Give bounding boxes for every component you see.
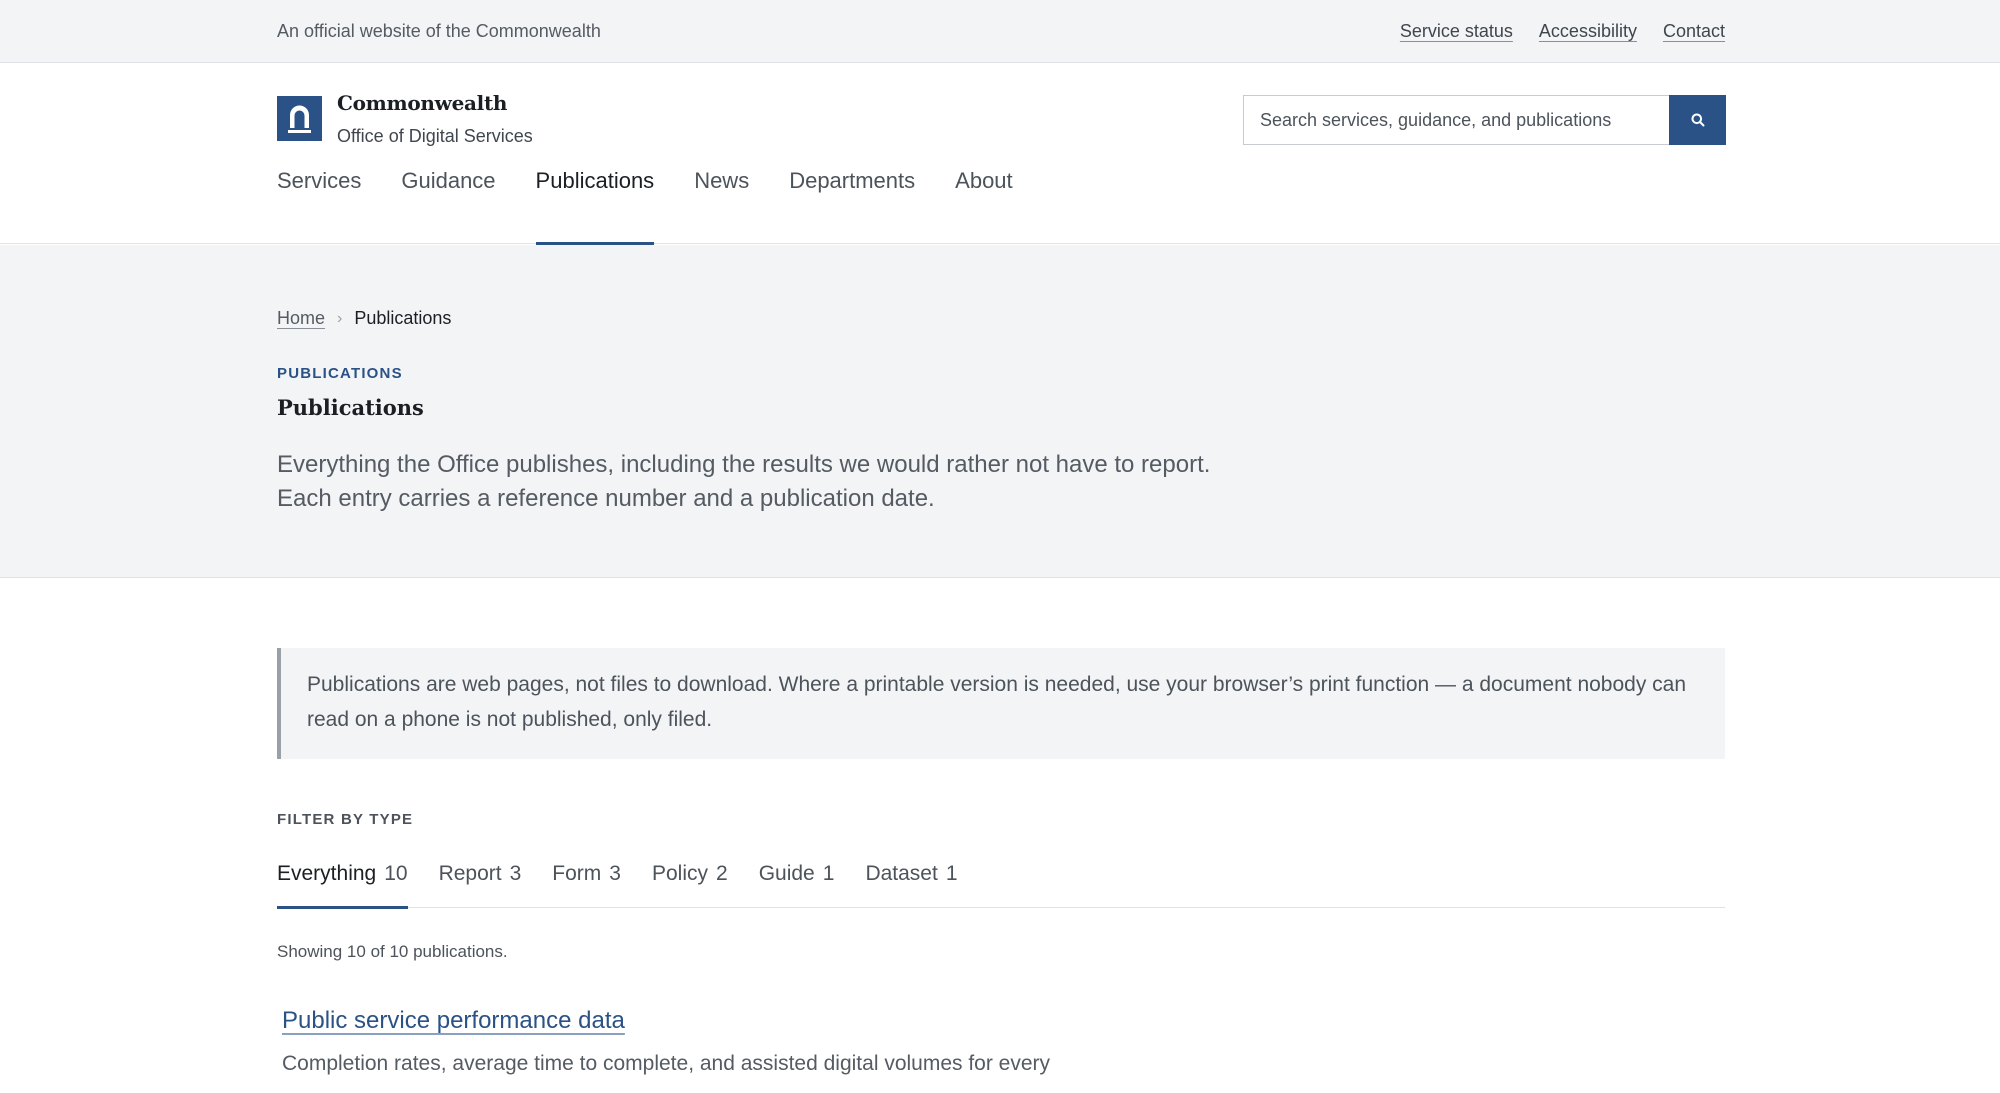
tab-count: 10	[384, 862, 408, 885]
search-input[interactable]	[1243, 95, 1671, 145]
contact-link[interactable]: Contact	[1663, 21, 1725, 42]
tab-label: Dataset	[865, 862, 938, 885]
brand-name[interactable]: Commonwealth	[337, 91, 507, 115]
tab-label: Form	[552, 862, 602, 885]
tab-count: 3	[609, 862, 621, 885]
tab-label: Everything	[277, 862, 377, 885]
page: An official website of the Commonwealth …	[0, 0, 2000, 1093]
nav-item-services[interactable]: Services	[277, 152, 361, 244]
tab-policy[interactable]: Policy 2	[652, 862, 728, 908]
filter-tabs: Everything 10 Report 3 Form 3 Policy 2 Guide…	[277, 862, 1725, 909]
chevron-right-icon: ›	[337, 309, 343, 327]
result-title-link[interactable]: Public service performance data	[282, 1007, 625, 1035]
search-icon	[1691, 113, 1704, 127]
primary-nav: Services Guidance Publications News Depa…	[277, 152, 1013, 245]
nav-item-publications[interactable]: Publications	[535, 152, 654, 245]
page-lede: Everything the Office publishes, includi…	[277, 451, 1211, 512]
official-banner: An official website of the Commonwealth …	[0, 0, 2000, 63]
utility-links: Service status Accessibility Contact	[1400, 21, 1725, 42]
tab-label: Policy	[651, 862, 709, 885]
nav-item-guidance[interactable]: Guidance	[401, 152, 495, 244]
nav-item-news[interactable]: News	[694, 152, 749, 244]
nav-item-about[interactable]: About	[955, 152, 1013, 244]
tab-label: Report	[438, 862, 502, 885]
breadcrumb-home-link[interactable]: Home	[277, 308, 325, 329]
nav-item-departments[interactable]: Departments	[789, 152, 915, 244]
tab-count: 1	[822, 862, 835, 885]
breadcrumb-current: Publications	[354, 308, 452, 328]
tab-label: Guide	[758, 862, 815, 885]
accessibility-link[interactable]: Accessibility	[1539, 21, 1637, 42]
result-summary: Completion rates, average time to comple…	[282, 1052, 1051, 1075]
tab-dataset[interactable]: Dataset 1	[865, 862, 957, 908]
tab-form[interactable]: Form 3	[552, 862, 621, 908]
page-hero: Home › Publications PUBLICATIONS Publica…	[0, 245, 2000, 578]
search-button[interactable]	[1669, 95, 1726, 145]
results-count: Showing 10 of 10 publications.	[277, 942, 508, 961]
tab-guide[interactable]: Guide 1	[759, 862, 835, 908]
site-header: Commonwealth Office of Digital Services …	[0, 64, 2000, 245]
tab-count: 3	[509, 862, 522, 885]
breadcrumb: Home › Publications	[277, 308, 451, 329]
page-title: Publications	[277, 395, 424, 420]
info-notice: Publications are web pages, not files to…	[277, 648, 1725, 759]
tab-count: 2	[716, 862, 728, 885]
official-site-text: An official website of the Commonwealth	[277, 21, 601, 41]
service-status-link[interactable]: Service status	[1400, 21, 1513, 42]
site-search	[1243, 95, 1726, 145]
tab-everything[interactable]: Everything 10	[277, 862, 408, 909]
tab-report[interactable]: Report 3	[439, 862, 522, 908]
arch-icon[interactable]	[277, 96, 322, 141]
brand-subtitle: Office of Digital Services	[337, 126, 533, 146]
tab-count: 1	[945, 862, 958, 885]
filter-label: FILTER BY TYPE	[277, 811, 414, 828]
section-eyebrow: PUBLICATIONS	[277, 365, 403, 382]
